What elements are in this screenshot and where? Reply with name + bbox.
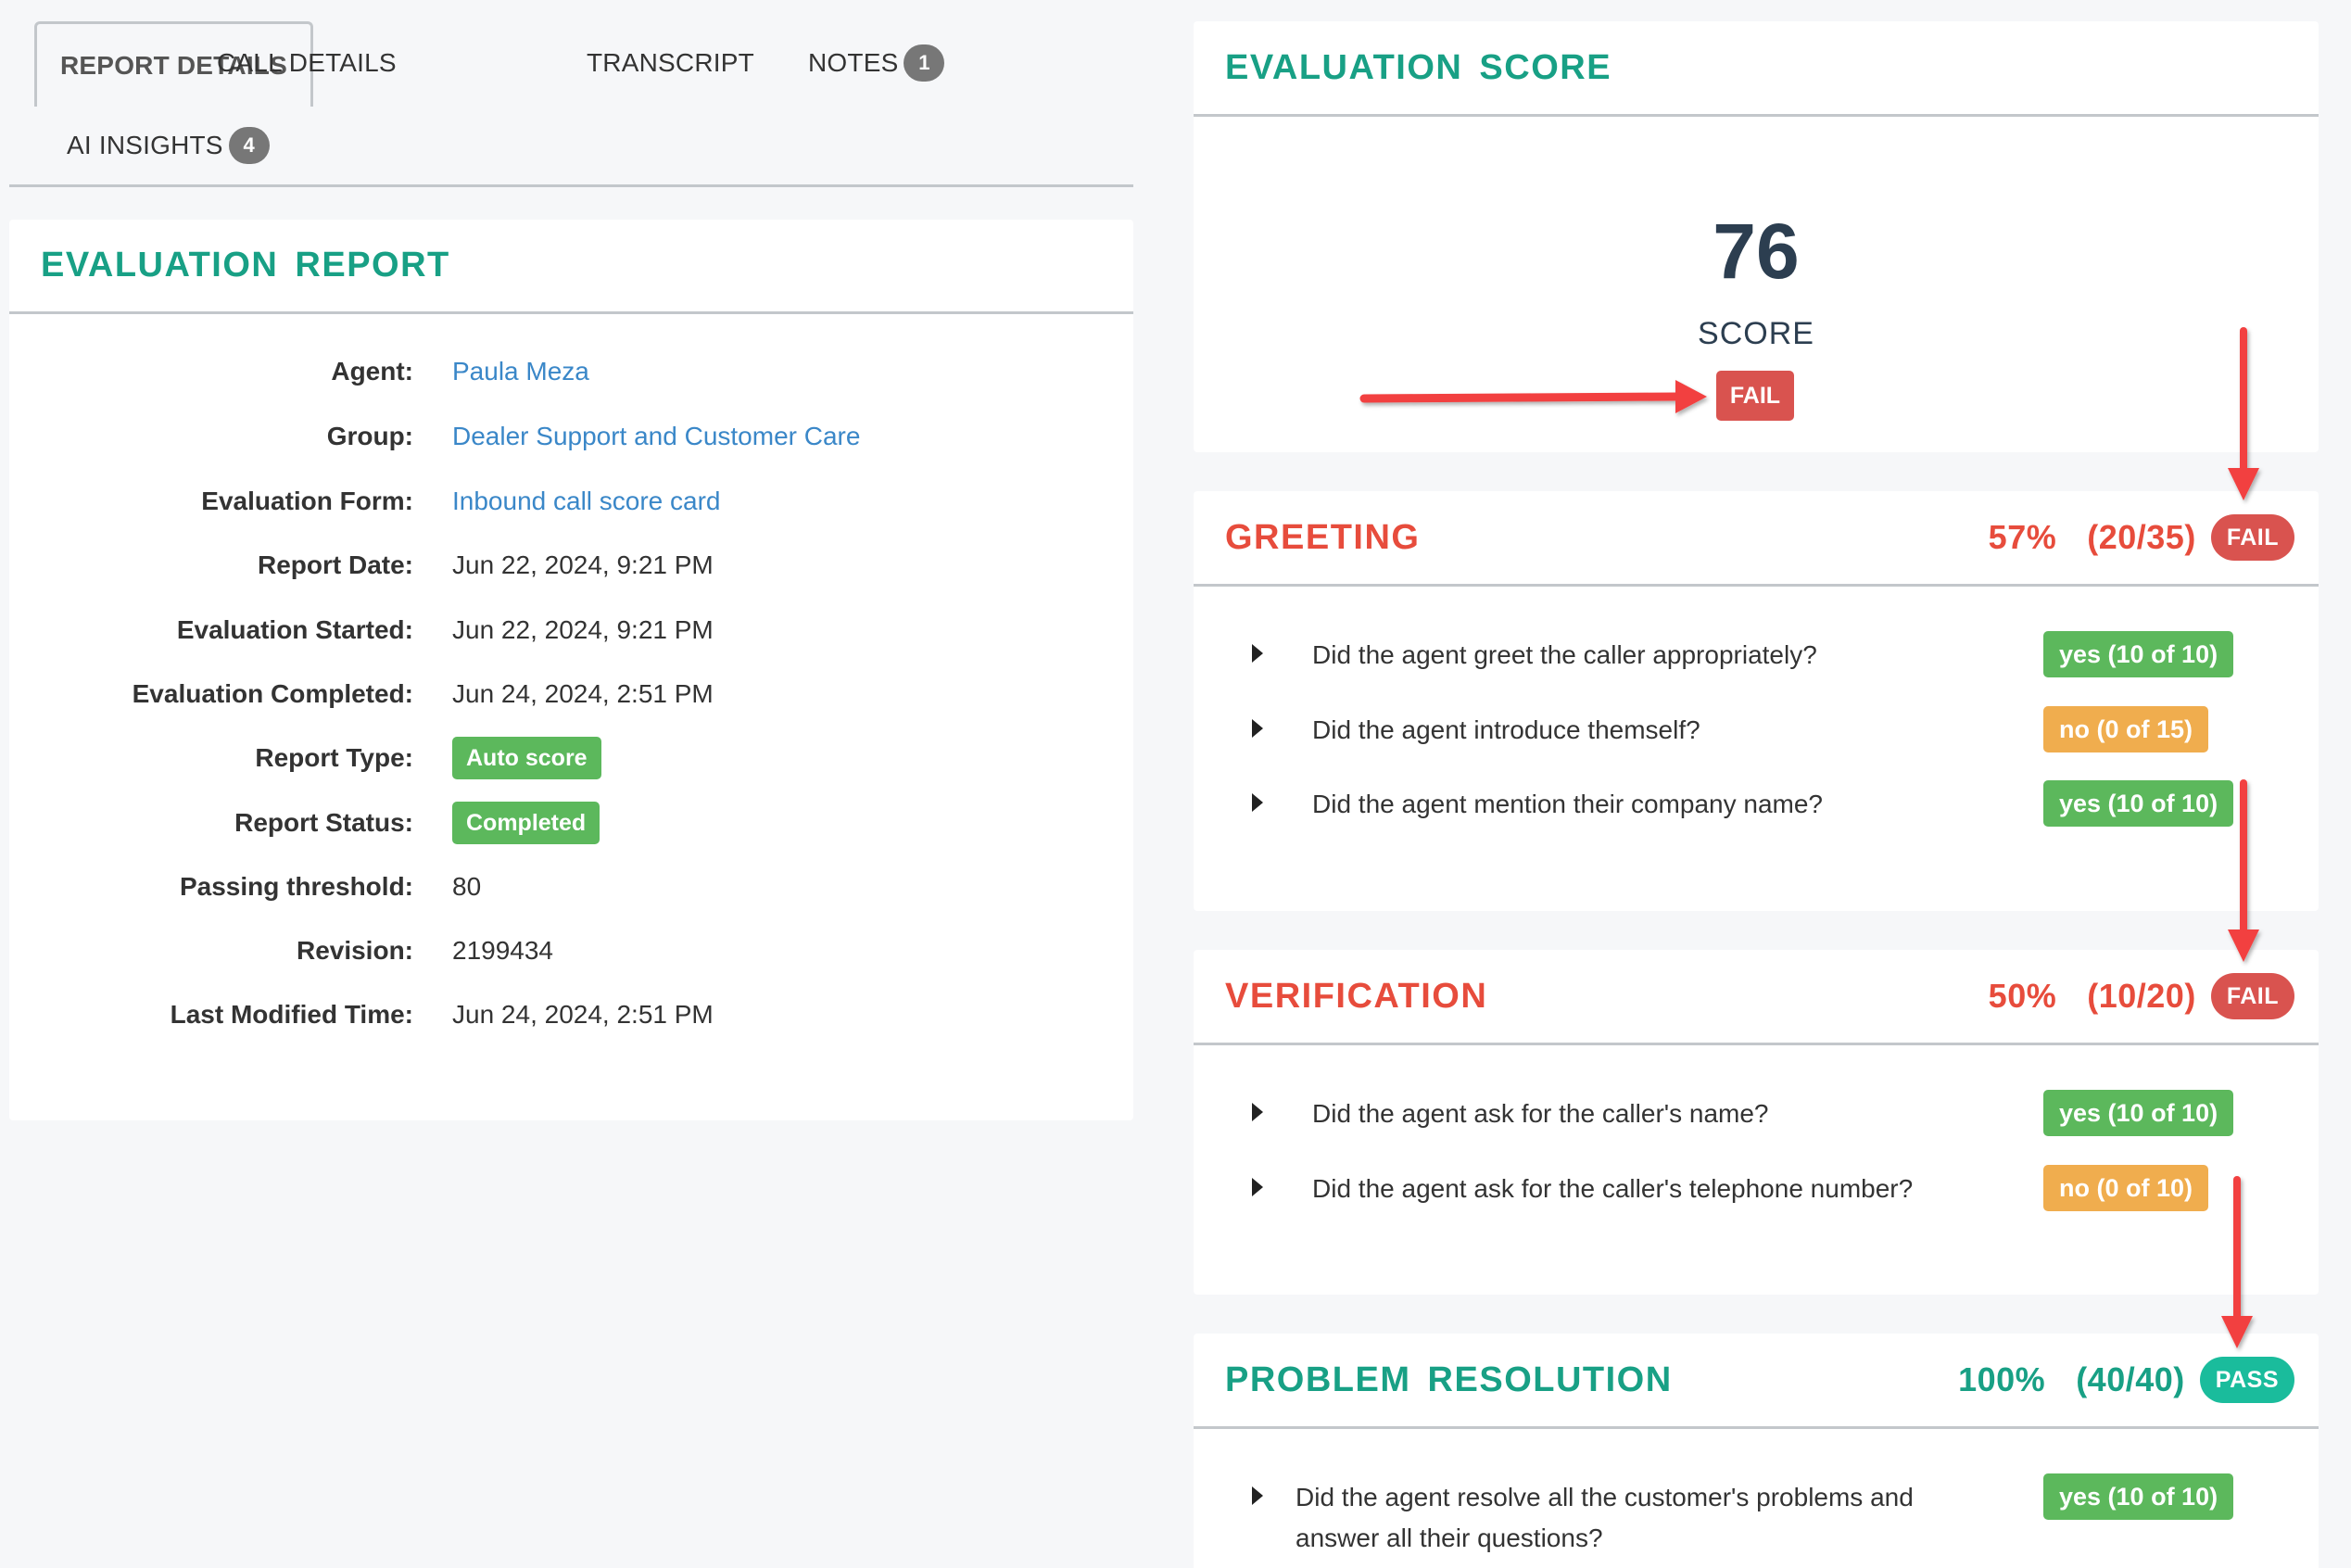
- detail-label: Report Status:: [234, 808, 413, 837]
- section-percent: 57%: [1988, 518, 2057, 556]
- caret-right-icon[interactable]: [1251, 1477, 1281, 1514]
- tab-label: NOTES: [808, 48, 899, 77]
- section-percent: 50%: [1988, 977, 2057, 1015]
- caret-right-icon[interactable]: [1251, 1094, 1281, 1131]
- section-percent: 100%: [1958, 1360, 2046, 1398]
- detail-label: Evaluation Completed:: [132, 679, 413, 708]
- caret-right-icon[interactable]: [1251, 784, 1281, 821]
- section-card-verification: VERIFICATION 50% (10/20) FAIL Did the ag…: [1194, 950, 2319, 1295]
- tab-label: TRANSCRIPT: [587, 48, 754, 77]
- question-text[interactable]: Did the agent introduce themself?: [1312, 710, 1700, 751]
- evaluation-started-value: Jun 22, 2024, 9:21 PM: [452, 615, 714, 644]
- tab-call-details[interactable]: CALL DETAILS: [217, 35, 397, 91]
- report-tabs: REPORT DETAILS CALL DETAILS TRANSCRIPT N…: [9, 0, 1133, 187]
- section-title: GREETING: [1225, 517, 1421, 557]
- section-header: VERIFICATION 50% (10/20) FAIL: [1194, 950, 2319, 1045]
- section-title: PROBLEM RESOLUTION: [1225, 1359, 1673, 1399]
- detail-row-last-modified: Last Modified Time: Jun 24, 2024, 2:51 P…: [9, 996, 1133, 1033]
- section-score: 50% (10/20) FAIL: [1989, 973, 2294, 1019]
- question-text[interactable]: Did the agent resolve all the customer's…: [1296, 1477, 1963, 1559]
- detail-row-group: Group: Dealer Support and Customer Care: [9, 418, 1133, 455]
- detail-label: Evaluation Started:: [176, 615, 413, 644]
- detail-row-passing-threshold: Passing threshold: 80: [9, 868, 1133, 905]
- group-link[interactable]: Dealer Support and Customer Care: [452, 422, 860, 451]
- detail-row-evaluation-completed: Evaluation Completed: Jun 24, 2024, 2:51…: [9, 676, 1133, 713]
- evaluation-score-card: EVALUATION SCORE 76 SCORE FAIL: [1194, 21, 2319, 452]
- passing-threshold-value: 80: [452, 872, 482, 901]
- score-label: SCORE: [1698, 316, 1814, 351]
- overall-result-badge: FAIL: [1716, 371, 1794, 421]
- answer-badge: yes (10 of 10): [2043, 1090, 2234, 1136]
- tab-label: CALL DETAILS: [217, 48, 397, 77]
- detail-label: Report Type:: [255, 743, 413, 772]
- section-score: 100% (40/40) PASS: [1958, 1357, 2294, 1403]
- section-header: PROBLEM RESOLUTION 100% (40/40) PASS: [1194, 1334, 2319, 1429]
- detail-row-evaluation-started: Evaluation Started: Jun 22, 2024, 9:21 P…: [9, 612, 1133, 649]
- detail-row-evaluation-form: Evaluation Form: Inbound call score card: [9, 483, 1133, 520]
- tab-transcript[interactable]: TRANSCRIPT: [587, 35, 754, 91]
- detail-label: Last Modified Time:: [170, 1000, 413, 1029]
- question-item: Did the agent resolve all the customer's…: [1251, 1473, 2270, 1559]
- evaluation-form-link[interactable]: Inbound call score card: [452, 487, 721, 516]
- card-header: EVALUATION SCORE: [1194, 21, 2319, 117]
- agent-link[interactable]: Paula Meza: [452, 357, 589, 386]
- evaluation-score-title: EVALUATION SCORE: [1225, 47, 1612, 87]
- question-item: Did the agent introduce themself? no (0 …: [1251, 706, 2270, 752]
- detail-row-report-type: Report Type: Auto score: [9, 737, 1133, 779]
- evaluation-completed-value: Jun 24, 2024, 2:51 PM: [452, 679, 714, 708]
- detail-label: Report Date:: [257, 550, 413, 579]
- answer-badge: no (0 of 15): [2043, 706, 2209, 752]
- section-points: (20/35): [2087, 518, 2196, 556]
- section-result-badge: FAIL: [2210, 514, 2294, 561]
- report-status-badge: Completed: [452, 802, 600, 844]
- report-date-value: Jun 22, 2024, 9:21 PM: [452, 550, 714, 579]
- detail-label: Revision:: [296, 936, 413, 965]
- tab-label: AI INSIGHTS: [67, 131, 223, 159]
- caret-right-icon[interactable]: [1251, 710, 1281, 747]
- answer-badge: no (0 of 10): [2043, 1165, 2209, 1211]
- answer-badge: yes (10 of 10): [2043, 1473, 2234, 1520]
- question-text[interactable]: Did the agent ask for the caller's name?: [1312, 1094, 1769, 1134]
- question-text[interactable]: Did the agent mention their company name…: [1312, 784, 1823, 825]
- evaluation-report-card: EVALUATION REPORT Agent: Paula Meza Grou…: [9, 220, 1133, 1120]
- section-result-badge: PASS: [2199, 1357, 2294, 1403]
- detail-row-agent: Agent: Paula Meza: [9, 353, 1133, 390]
- score-value: 76: [1713, 208, 1800, 295]
- notes-count-badge: 1: [904, 44, 945, 82]
- detail-row-report-status: Report Status: Completed: [9, 802, 1133, 844]
- detail-label: Agent:: [331, 357, 413, 386]
- answer-badge: yes (10 of 10): [2043, 631, 2234, 677]
- section-points: (40/40): [2076, 1360, 2185, 1398]
- last-modified-value: Jun 24, 2024, 2:51 PM: [452, 1000, 714, 1029]
- section-header: GREETING 57% (20/35) FAIL: [1194, 491, 2319, 587]
- report-type-badge: Auto score: [452, 737, 601, 779]
- section-score: 57% (20/35) FAIL: [1989, 514, 2294, 561]
- detail-row-revision: Revision: 2199434: [9, 932, 1133, 969]
- section-points: (10/20): [2087, 977, 2196, 1015]
- caret-right-icon[interactable]: [1251, 1169, 1281, 1206]
- section-card-problem-resolution: PROBLEM RESOLUTION 100% (40/40) PASS Did…: [1194, 1334, 2319, 1568]
- caret-right-icon[interactable]: [1251, 635, 1281, 672]
- section-result-badge: FAIL: [2210, 973, 2294, 1019]
- question-item: Did the agent ask for the caller's name?…: [1251, 1090, 2270, 1136]
- section-title: VERIFICATION: [1225, 976, 1488, 1016]
- detail-label: Evaluation Form:: [201, 487, 413, 515]
- tab-ai-insights[interactable]: AI INSIGHTS 4: [67, 118, 270, 173]
- evaluation-report-title: EVALUATION REPORT: [41, 246, 450, 285]
- question-item: Did the agent mention their company name…: [1251, 780, 2270, 827]
- revision-value: 2199434: [452, 936, 554, 965]
- question-text[interactable]: Did the agent ask for the caller's telep…: [1312, 1169, 1913, 1209]
- detail-label: Passing threshold:: [179, 872, 413, 901]
- question-item: Did the agent greet the caller appropria…: [1251, 631, 2270, 677]
- detail-label: Group:: [326, 422, 413, 450]
- ai-insights-count-badge: 4: [228, 127, 270, 164]
- question-text[interactable]: Did the agent greet the caller appropria…: [1312, 635, 1817, 676]
- section-card-greeting: GREETING 57% (20/35) FAIL Did the agent …: [1194, 491, 2319, 911]
- detail-row-report-date: Report Date: Jun 22, 2024, 9:21 PM: [9, 547, 1133, 584]
- tab-notes[interactable]: NOTES 1: [808, 35, 945, 91]
- card-header: EVALUATION REPORT: [9, 220, 1133, 314]
- answer-badge: yes (10 of 10): [2043, 780, 2234, 827]
- question-item: Did the agent ask for the caller's telep…: [1251, 1165, 2270, 1211]
